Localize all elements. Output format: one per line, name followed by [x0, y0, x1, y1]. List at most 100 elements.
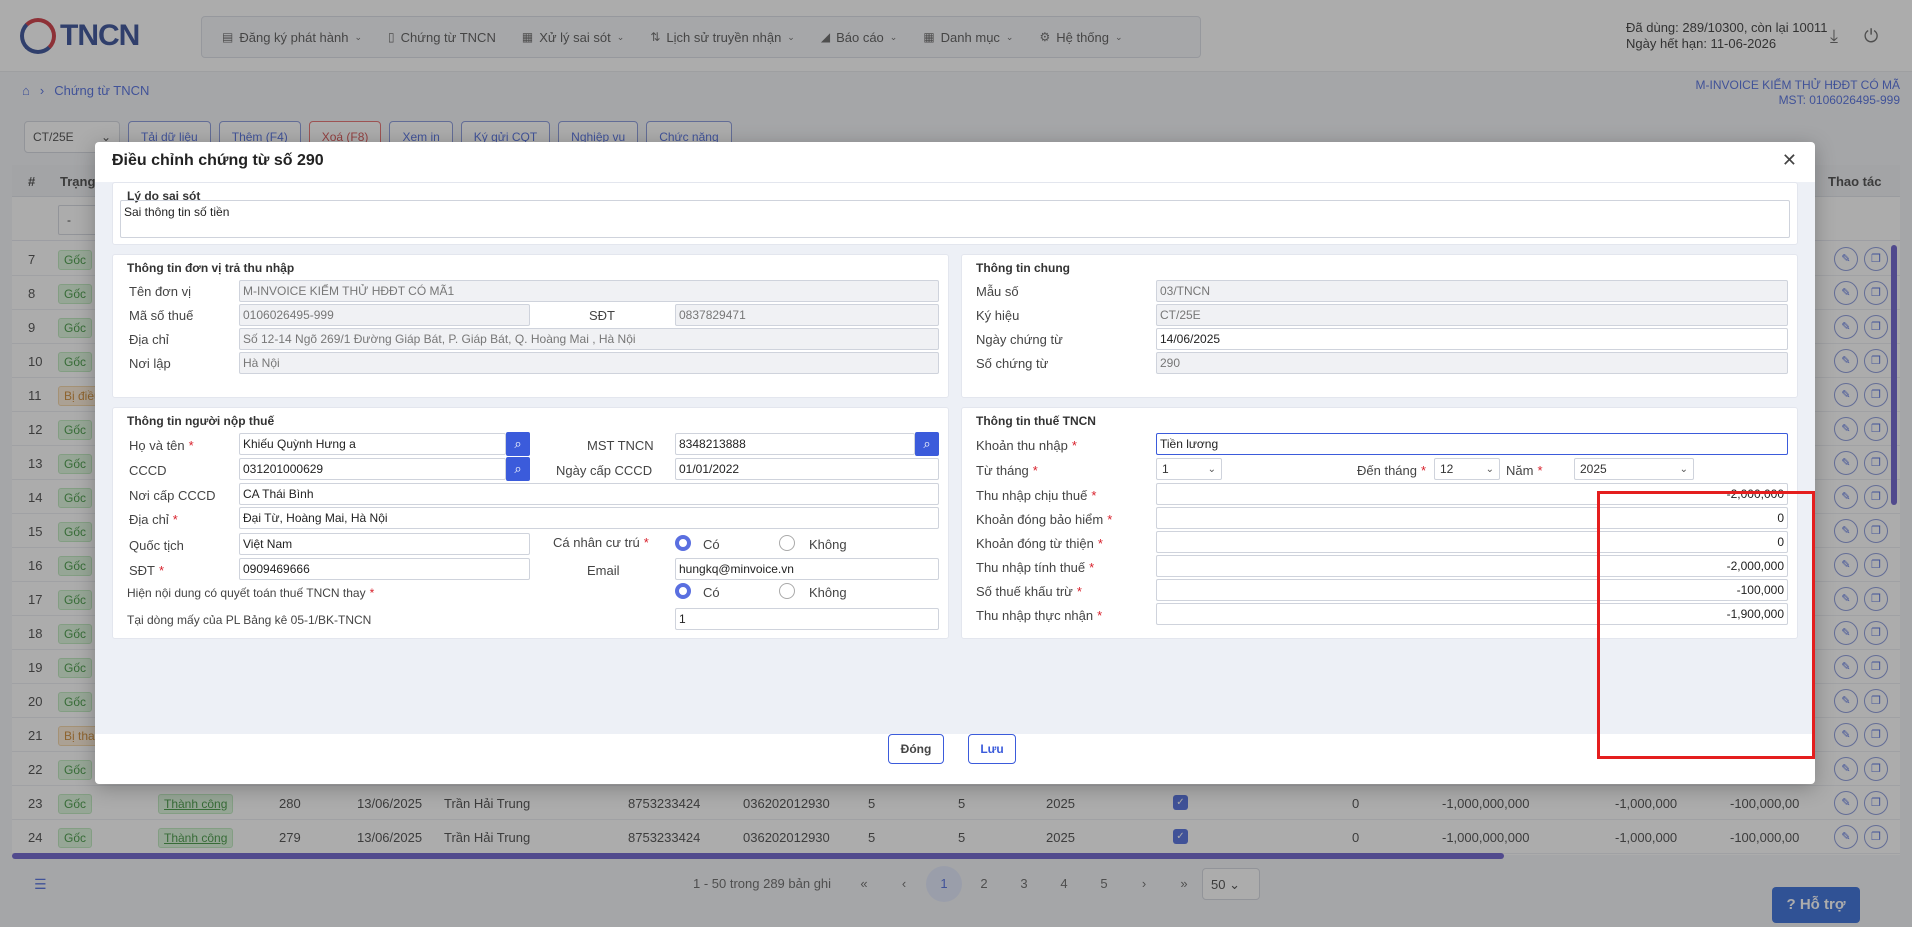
taxpayer-name-field[interactable]: Khiếu Quỳnh Hưng a	[239, 433, 506, 455]
taxpayer-phone-field[interactable]: 0909469666	[239, 558, 530, 580]
chevron-down-icon: ⌄	[1485, 463, 1494, 475]
payer-tax-field[interactable]: 0106026495-999	[239, 304, 530, 326]
payer-place-field[interactable]: Hà Nội	[239, 352, 939, 374]
settlement-yes-radio[interactable]	[675, 583, 691, 599]
to-month-value: 12	[1440, 462, 1454, 476]
doc-date-field[interactable]: 14/06/2025	[1156, 328, 1788, 350]
required-mark: *	[1089, 560, 1095, 575]
required-mark: *	[1097, 536, 1103, 551]
insurance-label-text: Khoản đóng bảo hiểm	[976, 512, 1104, 527]
year-select[interactable]: 2025 ⌄	[1574, 458, 1694, 480]
required-mark: *	[1076, 584, 1082, 599]
close-button[interactable]: Đóng	[888, 734, 944, 764]
required-mark: *	[1097, 608, 1103, 623]
cccd-date-field[interactable]: 01/01/2022	[675, 458, 939, 480]
symbol-field[interactable]: CT/25E	[1156, 304, 1788, 326]
symbol-label: Ký hiệu	[976, 308, 1020, 323]
cccd-label: CCCD	[129, 463, 167, 478]
resident-label: Cá nhân cư trú *	[553, 535, 649, 550]
save-button[interactable]: Lưu	[968, 734, 1016, 764]
reason-card: Lý do sai sót Sai thông tin số tiền	[112, 182, 1798, 245]
search-icon[interactable]: ⌕	[506, 457, 530, 481]
from-month-value: 1	[1162, 462, 1169, 476]
doc-date-label: Ngày chứng từ	[976, 332, 1063, 347]
form-label: Mẫu số	[976, 284, 1019, 299]
reason-textarea[interactable]: Sai thông tin số tiền	[120, 200, 1790, 238]
settlement-no-label: Không	[809, 585, 847, 600]
payer-name-field[interactable]: M-INVOICE KIỂM THỬ HĐĐT CÓ MÃ1	[239, 280, 939, 302]
tax-title: Thông tin thuế TNCN	[976, 414, 1096, 428]
required-mark: *	[188, 438, 194, 453]
cccd-field[interactable]: 031201000629	[239, 458, 506, 480]
taxpayer-phone-label-text: SĐT	[129, 563, 155, 578]
payer-tax-label: Mã số thuế	[129, 308, 194, 323]
search-icon[interactable]: ⌕	[915, 432, 939, 456]
payer-card: Thông tin đơn vị trả thu nhập Tên đơn vị…	[112, 254, 949, 398]
resident-no-radio[interactable]	[779, 535, 795, 551]
modal-body: Lý do sai sót Sai thông tin số tiền Thôn…	[95, 182, 1815, 734]
search-icon[interactable]: ⌕	[506, 432, 530, 456]
row-field[interactable]: 1	[675, 608, 939, 630]
income-type-field[interactable]: Tiền lương	[1156, 433, 1788, 455]
to-month-label-text: Đến tháng	[1357, 463, 1417, 478]
year-label-text: Năm	[1506, 463, 1534, 478]
year-label: Năm *	[1506, 463, 1543, 478]
payer-addr-label: Địa chỉ	[129, 332, 169, 347]
mst-field[interactable]: 8348213888	[675, 433, 915, 455]
resident-yes-radio[interactable]	[675, 535, 691, 551]
doc-number-label: Số chứng từ	[976, 356, 1049, 371]
payer-phone-label: SĐT	[589, 308, 615, 323]
required-mark: *	[1032, 463, 1038, 478]
taxpayer-title: Thông tin người nộp thuế	[127, 414, 275, 428]
from-month-select[interactable]: 1 ⌄	[1156, 458, 1222, 480]
cccd-place-label: Nơi cấp CCCD	[129, 488, 216, 503]
insurance-label: Khoản đóng bảo hiểm *	[976, 512, 1112, 527]
payer-name-label: Tên đơn vị	[129, 284, 191, 299]
doc-number-field[interactable]: 290	[1156, 352, 1788, 374]
from-month-label-text: Từ tháng	[976, 463, 1029, 478]
required-mark: *	[369, 586, 375, 600]
taxpayer-phone-label: SĐT *	[129, 563, 164, 578]
settlement-no-radio[interactable]	[779, 583, 795, 599]
payer-phone-field[interactable]: 0837829471	[675, 304, 939, 326]
payer-title: Thông tin đơn vị trả thu nhập	[127, 261, 295, 275]
nation-field[interactable]: Việt Nam	[239, 533, 530, 555]
required-mark: *	[172, 512, 178, 527]
email-field[interactable]: hungkq@minvoice.vn	[675, 558, 939, 580]
resident-yes-label: Có	[703, 537, 720, 552]
charity-label-text: Khoản đóng từ thiện	[976, 536, 1094, 551]
settlement-label-text: Hiện nội dung có quyết toán thuế TNCN th…	[127, 586, 366, 600]
assessable-income-label: Thu nhập tính thuế *	[976, 560, 1094, 575]
mst-label: MST TNCN	[587, 438, 654, 453]
required-mark: *	[1107, 512, 1113, 527]
settlement-yes-label: Có	[703, 585, 720, 600]
row-label: Tại dòng mấy của PL Bảng kê 05-1/BK-TNCN	[127, 613, 372, 627]
adjust-document-modal: Điều chỉnh chứng từ số 290 ✕ Lý do sai s…	[95, 142, 1815, 784]
cccd-place-field[interactable]: CA Thái Bình	[239, 483, 939, 505]
taxpayer-addr-field[interactable]: Đại Từ, Hoàng Mai, Hà Nội	[239, 507, 939, 529]
to-month-label: Đến tháng *	[1357, 463, 1426, 478]
general-title: Thông tin chung	[976, 261, 1070, 275]
payer-place-label: Nơi lập	[129, 356, 171, 371]
highlight-box	[1597, 491, 1815, 759]
taxable-income-label-text: Thu nhập chịu thuế	[976, 488, 1088, 503]
required-mark: *	[159, 563, 165, 578]
net-income-label: Thu nhập thực nhận *	[976, 608, 1102, 623]
required-mark: *	[1421, 463, 1427, 478]
from-month-label: Từ tháng *	[976, 463, 1038, 478]
close-icon[interactable]: ✕	[1782, 150, 1797, 171]
required-mark: *	[1071, 438, 1077, 453]
form-field[interactable]: 03/TNCN	[1156, 280, 1788, 302]
to-month-select[interactable]: 12 ⌄	[1434, 458, 1500, 480]
resident-no-label: Không	[809, 537, 847, 552]
chevron-down-icon: ⌄	[1207, 463, 1216, 475]
payer-addr-field[interactable]: Số 12-14 Ngõ 269/1 Đường Giáp Bát, P. Gi…	[239, 328, 939, 350]
settlement-label: Hiện nội dung có quyết toán thuế TNCN th…	[127, 586, 374, 600]
taxpayer-name-label: Họ và tên *	[129, 438, 194, 453]
general-card: Thông tin chung Mẫu số 03/TNCN Ký hiệu C…	[961, 254, 1798, 398]
resident-label-text: Cá nhân cư trú	[553, 535, 640, 550]
taxpayer-card: Thông tin người nộp thuế Họ và tên * Khiế…	[112, 407, 949, 639]
withheld-tax-label-text: Số thuế khấu trừ	[976, 584, 1073, 599]
net-income-label-text: Thu nhập thực nhận	[976, 608, 1094, 623]
required-mark: *	[1091, 488, 1097, 503]
